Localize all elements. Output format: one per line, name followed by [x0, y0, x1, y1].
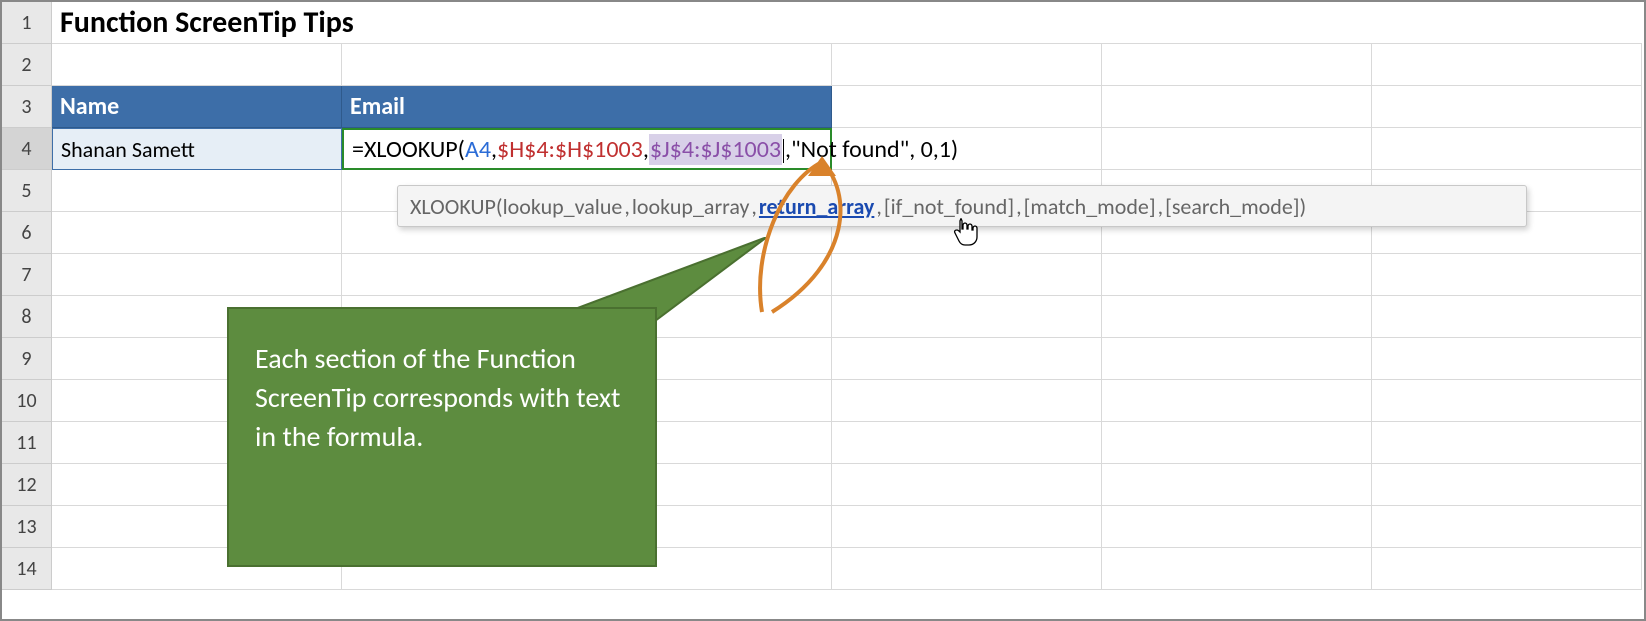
screentip-arg-lookup-value[interactable]: lookup_value [503, 193, 623, 220]
row-header-2[interactable]: 2 [2, 44, 52, 86]
cell-D4[interactable] [1102, 128, 1372, 170]
cell-D12[interactable] [1102, 464, 1372, 506]
cell-C13[interactable] [832, 506, 1102, 548]
cell-C14[interactable] [832, 548, 1102, 590]
row-header-3[interactable]: 3 [2, 86, 52, 128]
cell-D14[interactable] [1102, 548, 1372, 590]
formula-text: =XLOOKUP(A4,$H$4:$H$1003,$J$4:$J$1003,"N… [352, 135, 958, 164]
cell-E8[interactable] [1372, 296, 1642, 338]
cell-D7[interactable] [1102, 254, 1372, 296]
cell-A5[interactable] [52, 170, 342, 212]
cell-E3[interactable] [1372, 86, 1642, 128]
cell-E10[interactable] [1372, 380, 1642, 422]
cell-C9[interactable] [832, 338, 1102, 380]
table-header-name[interactable]: Name [52, 86, 342, 128]
cell-C2[interactable] [832, 44, 1102, 86]
row-header-12[interactable]: 12 [2, 464, 52, 506]
cell-C11[interactable] [832, 422, 1102, 464]
row-header-9[interactable]: 9 [2, 338, 52, 380]
cell-C12[interactable] [832, 464, 1102, 506]
cell-E13[interactable] [1372, 506, 1642, 548]
screentip-arg-lookup-array[interactable]: lookup_array [632, 193, 750, 220]
cell-C3[interactable] [832, 86, 1102, 128]
row-header-13[interactable]: 13 [2, 506, 52, 548]
cell-E12[interactable] [1372, 464, 1642, 506]
row-header-6[interactable]: 6 [2, 212, 52, 254]
cell-D9[interactable] [1102, 338, 1372, 380]
cell-E9[interactable] [1372, 338, 1642, 380]
cell-E2[interactable] [1372, 44, 1642, 86]
row-header-1[interactable]: 1 [2, 2, 52, 44]
cell-B2[interactable] [342, 44, 832, 86]
cell-E11[interactable] [1372, 422, 1642, 464]
screentip-arg-if-not-found[interactable]: [if_not_found] [884, 193, 1014, 220]
cell-E14[interactable] [1372, 548, 1642, 590]
cell-D10[interactable] [1102, 380, 1372, 422]
cell-C10[interactable] [832, 380, 1102, 422]
screentip-arg-search-mode[interactable]: [search_mode] [1165, 193, 1299, 220]
callout: Each section of the Function ScreenTip c… [227, 237, 657, 567]
cell-D13[interactable] [1102, 506, 1372, 548]
row-header-4[interactable]: 4 [2, 128, 52, 170]
screentip-arg-return-array[interactable]: return_array [759, 193, 874, 220]
cell-name-value[interactable]: Shanan Samett [52, 128, 342, 170]
row-header-11[interactable]: 11 [2, 422, 52, 464]
pointer-hand-icon [952, 217, 978, 254]
row-header-7[interactable]: 7 [2, 254, 52, 296]
row-header-5[interactable]: 5 [2, 170, 52, 212]
screentip-fn-name[interactable]: XLOOKUP [410, 193, 496, 220]
cell-D11[interactable] [1102, 422, 1372, 464]
row-header-10[interactable]: 10 [2, 380, 52, 422]
table-header-email[interactable]: Email [342, 86, 832, 128]
text-cursor [783, 139, 784, 163]
cell-A2[interactable] [52, 44, 342, 86]
formula-edit-cell[interactable]: =XLOOKUP(A4,$H$4:$H$1003,$J$4:$J$1003,"N… [342, 128, 832, 170]
row-header-8[interactable]: 8 [2, 296, 52, 338]
screentip-arg-match-mode[interactable]: [match_mode] [1024, 193, 1156, 220]
cell-D8[interactable] [1102, 296, 1372, 338]
row-header-14[interactable]: 14 [2, 548, 52, 590]
cell-E7[interactable] [1372, 254, 1642, 296]
cell-E4[interactable] [1372, 128, 1642, 170]
page-title[interactable]: Function ScreenTip Tips [52, 2, 1642, 44]
cell-D2[interactable] [1102, 44, 1372, 86]
cell-D3[interactable] [1102, 86, 1372, 128]
callout-text: Each section of the Function ScreenTip c… [227, 307, 657, 567]
